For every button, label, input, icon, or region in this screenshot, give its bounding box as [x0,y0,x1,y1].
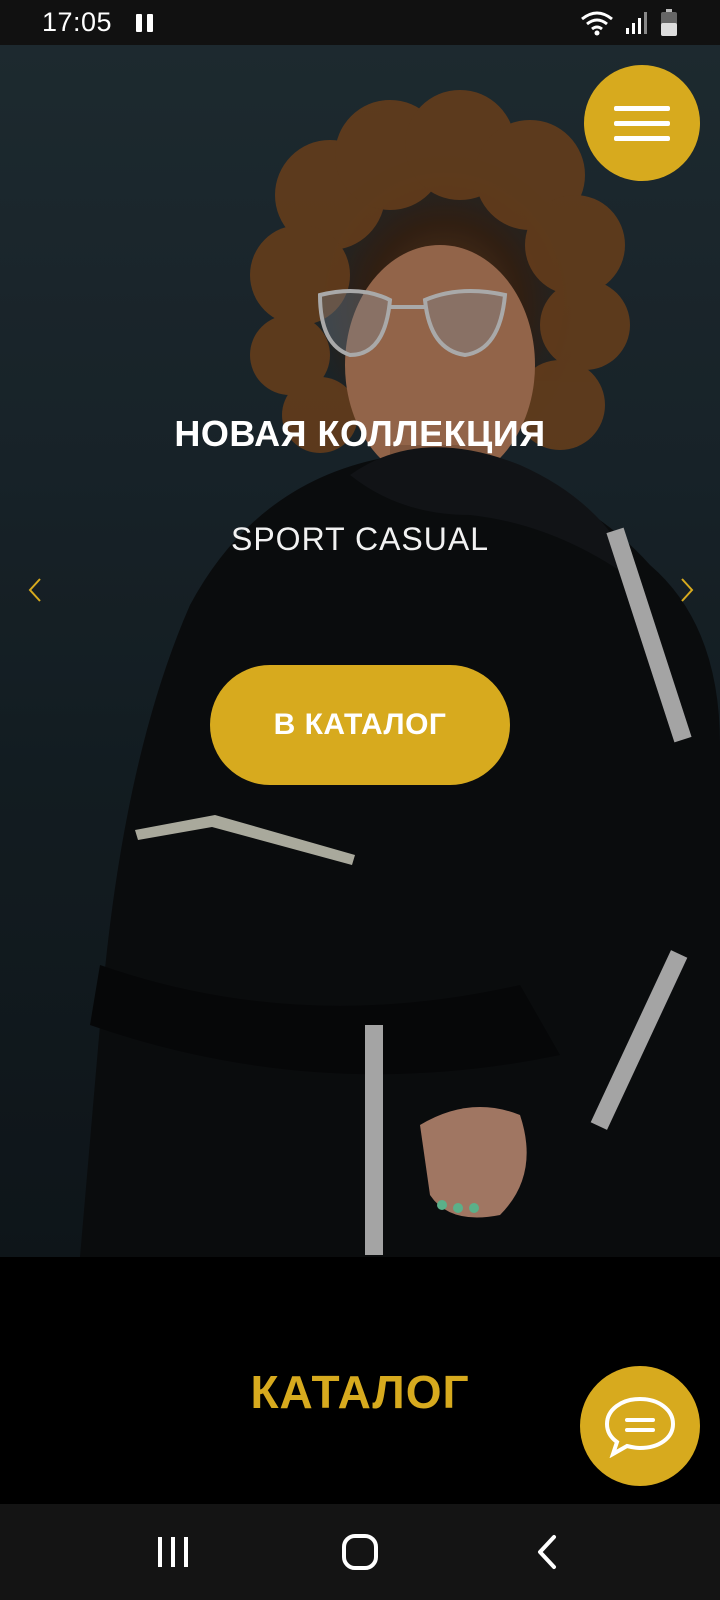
battery-icon [661,8,677,36]
chat-bubble-icon [604,1396,676,1458]
system-nav-bar [0,1504,720,1600]
chevron-right-icon [681,578,694,602]
hero-banner: НОВАЯ КОЛЛЕКЦИЯ SPORT CASUAL В КАТАЛОГ [0,45,720,1257]
chevron-left-icon [28,578,41,602]
slider-prev-button[interactable] [20,575,50,605]
slider-next-button[interactable] [672,575,702,605]
recent-apps-icon [158,1537,189,1567]
back-icon [537,1535,556,1569]
hamburger-menu-icon [614,105,670,111]
chat-button[interactable] [580,1366,700,1486]
status-time: 17:05 [42,7,113,37]
signal-icon [626,11,647,34]
back-button[interactable] [507,1522,587,1582]
hero-title: НОВАЯ КОЛЛЕКЦИЯ [174,413,546,454]
pause-icon [136,13,154,32]
to-catalog-button[interactable]: В КАТАЛОГ [210,665,510,785]
recent-apps-button[interactable] [133,1522,213,1582]
hero-overlay [0,45,720,1257]
wifi-icon [581,11,613,35]
home-icon [341,1534,378,1570]
hero-subtitle: SPORT CASUAL [230,521,489,557]
menu-button[interactable] [584,65,700,181]
status-bar: 17:05 [0,0,720,45]
status-icons [580,8,678,37]
home-button[interactable] [320,1522,400,1582]
